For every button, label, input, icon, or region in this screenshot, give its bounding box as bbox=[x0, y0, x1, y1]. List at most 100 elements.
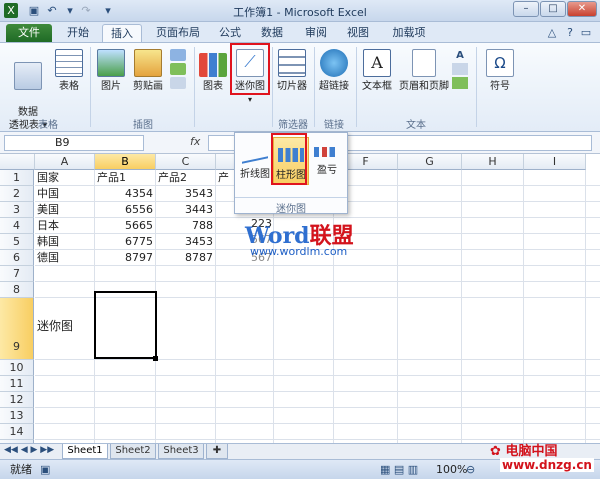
fx-icon[interactable]: fx bbox=[190, 135, 200, 148]
screenshot-icon bbox=[170, 77, 186, 89]
row-header[interactable]: 9 bbox=[0, 298, 34, 360]
row-header[interactable]: 4 bbox=[0, 218, 34, 234]
site-url: www.dnzg.cn bbox=[500, 458, 594, 472]
grid-line bbox=[585, 170, 586, 443]
site-name: 电脑中国 bbox=[505, 444, 558, 459]
cell-b2[interactable]: 4354 bbox=[97, 187, 153, 201]
tab-page-layout[interactable]: 页面布局 bbox=[148, 24, 208, 42]
separator bbox=[314, 47, 315, 127]
column-header[interactable]: A bbox=[35, 154, 95, 170]
cell-c1[interactable]: 产品2 bbox=[158, 171, 214, 185]
column-header[interactable]: G bbox=[398, 154, 462, 170]
separator bbox=[194, 47, 195, 127]
cell-a4[interactable]: 日本 bbox=[37, 219, 93, 233]
help-up-icon[interactable]: △ bbox=[544, 25, 560, 40]
tab-data[interactable]: 数据 bbox=[254, 24, 290, 42]
cell-b6[interactable]: 8797 bbox=[97, 251, 153, 265]
picture-button[interactable]: 图片 bbox=[96, 49, 126, 93]
tab-addins[interactable]: 加载项 bbox=[384, 24, 434, 42]
name-box[interactable]: B9 bbox=[4, 135, 144, 151]
tab-view[interactable]: 视图 bbox=[340, 24, 376, 42]
select-all[interactable] bbox=[0, 154, 35, 170]
row-header[interactable]: 8 bbox=[0, 282, 34, 298]
maximize-button[interactable]: □ bbox=[540, 1, 566, 17]
grid-line bbox=[35, 391, 600, 392]
cell-a1[interactable]: 国家 bbox=[37, 171, 93, 185]
cell-a3[interactable]: 美国 bbox=[37, 203, 93, 217]
cell-b3[interactable]: 6556 bbox=[97, 203, 153, 217]
grid-line bbox=[35, 359, 600, 360]
row-header[interactable]: 10 bbox=[0, 360, 34, 376]
cell-c4[interactable]: 788 bbox=[158, 219, 213, 233]
row-header[interactable]: 14 bbox=[0, 424, 34, 440]
grid-line bbox=[461, 170, 462, 443]
zoom-level[interactable]: 100% bbox=[436, 460, 467, 479]
grid-line bbox=[215, 170, 216, 443]
picture-icon bbox=[97, 49, 125, 77]
group-filter-label: 筛选器 bbox=[278, 120, 308, 131]
tab-insert[interactable]: 插入 bbox=[102, 24, 142, 42]
column-header[interactable]: B bbox=[95, 154, 156, 170]
text-more-buttons[interactable]: A bbox=[452, 49, 470, 89]
sheet-nav-icons[interactable]: ◀◀ ◀ ▶ ▶▶ bbox=[4, 445, 54, 455]
restore-icon[interactable]: ▭ bbox=[578, 25, 594, 40]
cell-c6[interactable]: 8787 bbox=[158, 251, 213, 265]
cell-a5[interactable]: 韩国 bbox=[37, 235, 93, 249]
cell-c5[interactable]: 3453 bbox=[158, 235, 213, 249]
cell-b5[interactable]: 6775 bbox=[97, 235, 153, 249]
globe-icon bbox=[320, 49, 348, 77]
cell-c2[interactable]: 3543 bbox=[158, 187, 213, 201]
fill-handle[interactable] bbox=[153, 356, 158, 361]
textbox-button[interactable]: A 文本框 bbox=[360, 49, 394, 93]
cell-a2[interactable]: 中国 bbox=[37, 187, 93, 201]
column-header[interactable]: C bbox=[156, 154, 216, 170]
slicer-button[interactable]: 切片器 bbox=[274, 49, 310, 93]
shapes-button[interactable] bbox=[170, 49, 188, 89]
macro-record-icon[interactable]: ▣ bbox=[40, 460, 50, 479]
sheet-tab[interactable]: Sheet1 bbox=[62, 444, 108, 459]
cell-b1[interactable]: 产品1 bbox=[97, 171, 153, 185]
tab-home[interactable]: 开始 bbox=[58, 24, 98, 42]
row-header[interactable]: 3 bbox=[0, 202, 34, 218]
slicer-icon bbox=[278, 49, 306, 77]
cell-b4[interactable]: 5665 bbox=[97, 219, 153, 233]
sheet-tab[interactable]: Sheet2 bbox=[110, 444, 156, 459]
symbol-button[interactable]: Ω 符号 bbox=[484, 49, 516, 93]
row-header[interactable]: 5 bbox=[0, 234, 34, 250]
clipart-button[interactable]: 剪贴画 bbox=[128, 49, 168, 93]
close-button[interactable]: ✕ bbox=[567, 1, 597, 17]
cell-c3[interactable]: 3443 bbox=[158, 203, 213, 217]
tab-file[interactable]: 文件 bbox=[6, 24, 52, 42]
view-buttons[interactable]: ▦ ▤ ▥ bbox=[380, 460, 418, 479]
chart-button[interactable]: 图表 bbox=[198, 49, 228, 93]
group-links-label: 链接 bbox=[324, 120, 344, 131]
row-header[interactable]: 2 bbox=[0, 186, 34, 202]
ribbon: 数据 透视表 ▾ 表格 表格 图片 剪贴画 插图 图表 ⟋ 迷你图 ▾ 切片器 … bbox=[0, 42, 600, 132]
active-cell-b9[interactable] bbox=[94, 291, 157, 359]
sparkline-winloss-button[interactable]: 盈亏 bbox=[309, 137, 345, 185]
group-text-label: 文本 bbox=[406, 120, 426, 131]
tab-review[interactable]: 审阅 bbox=[298, 24, 334, 42]
row-header[interactable]: 13 bbox=[0, 408, 34, 424]
sheet-tab[interactable]: Sheet3 bbox=[158, 444, 204, 459]
row-header[interactable]: 6 bbox=[0, 250, 34, 266]
insert-sheet-icon[interactable]: ✚ bbox=[206, 444, 228, 459]
row-header[interactable]: 12 bbox=[0, 392, 34, 408]
minimize-button[interactable]: – bbox=[513, 1, 539, 17]
column-header[interactable]: H bbox=[462, 154, 524, 170]
winloss-sparkline-icon bbox=[314, 147, 340, 157]
cell-a6[interactable]: 德国 bbox=[37, 251, 93, 265]
table-button[interactable]: 表格 bbox=[52, 49, 86, 93]
cell-a9[interactable]: 迷你图 bbox=[37, 319, 93, 333]
header-footer-button[interactable]: 页眉和页脚 bbox=[396, 49, 452, 93]
row-header[interactable]: 1 bbox=[0, 170, 34, 186]
zoom-out-icon[interactable]: ⊖ bbox=[466, 460, 475, 479]
help-icon[interactable]: ? bbox=[562, 25, 578, 40]
sparkline-line-button[interactable]: 折线图 bbox=[237, 137, 273, 185]
row-header[interactable]: 7 bbox=[0, 266, 34, 282]
chart-icon bbox=[199, 53, 227, 77]
row-header[interactable]: 11 bbox=[0, 376, 34, 392]
column-header[interactable]: I bbox=[524, 154, 586, 170]
hyperlink-button[interactable]: 超链接 bbox=[316, 49, 352, 93]
tab-formulas[interactable]: 公式 bbox=[212, 24, 248, 42]
